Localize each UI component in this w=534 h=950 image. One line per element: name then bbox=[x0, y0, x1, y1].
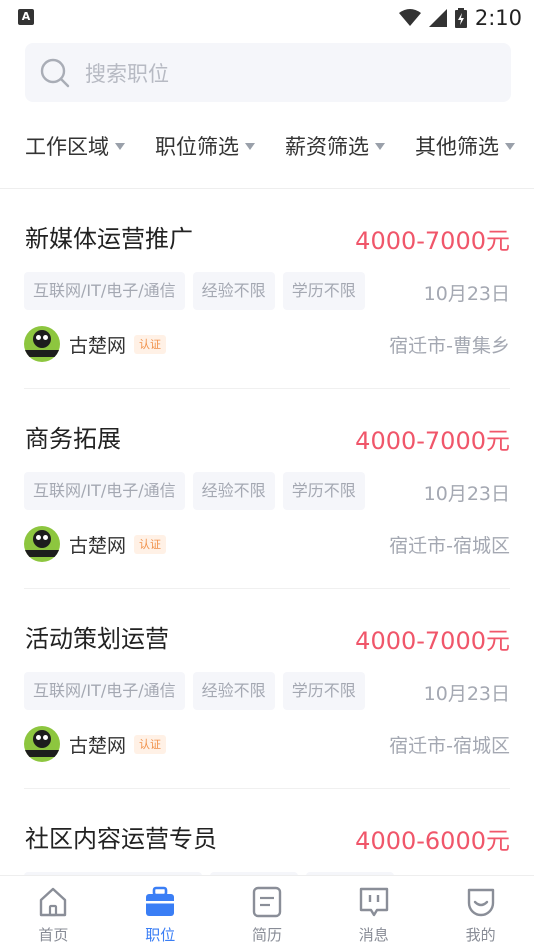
job-tags: 互联网/IT/电子/通信 经验不限 学历不限 bbox=[24, 672, 365, 710]
job-salary: 4000-7000元 bbox=[355, 427, 510, 455]
job-salary: 4000-6000元 bbox=[355, 827, 510, 855]
verified-badge: 认证 bbox=[134, 534, 167, 554]
tab-jobs[interactable]: 职位 bbox=[107, 876, 214, 950]
bottom-tab-bar: 首页 职位 简历 消息 我的 bbox=[0, 875, 534, 950]
job-date: 10月23日 bbox=[423, 283, 510, 305]
company-logo bbox=[24, 726, 60, 762]
company-row: 古楚网 认证 bbox=[24, 326, 167, 362]
job-tags: 互联网/IT/电子/通信 经验不限 学历不限 bbox=[24, 472, 365, 510]
job-date: 10月23日 bbox=[423, 483, 510, 505]
tab-label: 我的 bbox=[465, 926, 496, 944]
tag-education: 学历不限 bbox=[282, 472, 365, 510]
company-name: 古楚网 bbox=[69, 734, 127, 757]
filter-salary[interactable]: 薪资筛选 bbox=[285, 131, 385, 161]
battery-icon bbox=[454, 8, 467, 28]
job-card[interactable]: 新媒体运营推广 4000-7000元 互联网/IT/电子/通信 经验不限 学历不… bbox=[24, 189, 510, 389]
tag-experience: 经验不限 bbox=[192, 472, 275, 510]
signal-icon bbox=[428, 9, 447, 27]
company-name: 古楚网 bbox=[69, 334, 127, 357]
filter-label: 其他筛选 bbox=[415, 135, 499, 159]
message-icon bbox=[356, 884, 392, 920]
job-salary: 4000-7000元 bbox=[355, 627, 510, 655]
job-card[interactable]: 活动策划运营 4000-7000元 互联网/IT/电子/通信 经验不限 学历不限… bbox=[24, 589, 510, 789]
tag-industry: 互联网/IT/电子/通信 bbox=[24, 672, 185, 710]
verified-badge: 认证 bbox=[134, 734, 167, 754]
search-icon bbox=[40, 58, 70, 87]
app-indicator-icon: A bbox=[18, 9, 34, 25]
job-list[interactable]: 新媒体运营推广 4000-7000元 互联网/IT/电子/通信 经验不限 学历不… bbox=[0, 189, 534, 875]
briefcase-icon bbox=[142, 884, 178, 920]
job-title: 商务拓展 bbox=[25, 425, 121, 453]
wifi-icon bbox=[398, 9, 421, 26]
caret-down-icon bbox=[505, 142, 515, 150]
job-card[interactable]: 商务拓展 4000-7000元 互联网/IT/电子/通信 经验不限 学历不限 1… bbox=[24, 389, 510, 589]
filter-other[interactable]: 其他筛选 bbox=[415, 131, 515, 161]
company-row: 古楚网 认证 bbox=[24, 726, 167, 762]
tab-label: 简历 bbox=[251, 926, 282, 944]
company-logo bbox=[24, 526, 60, 562]
job-title: 新媒体运营推广 bbox=[25, 225, 193, 253]
clock: 2:10 bbox=[474, 6, 522, 30]
caret-down-icon bbox=[115, 142, 125, 150]
tab-label: 消息 bbox=[358, 926, 389, 944]
tab-home[interactable]: 首页 bbox=[0, 876, 107, 950]
job-location: 宿迁市-曹集乡 bbox=[389, 335, 510, 357]
company-row: 古楚网 认证 bbox=[24, 526, 167, 562]
company-logo bbox=[24, 326, 60, 362]
filter-label: 薪资筛选 bbox=[285, 135, 369, 159]
caret-down-icon bbox=[245, 142, 255, 150]
tag-experience: 经验不限 bbox=[192, 272, 275, 310]
job-title: 社区内容运营专员 bbox=[25, 825, 217, 853]
company-name: 古楚网 bbox=[69, 534, 127, 557]
job-card[interactable]: 社区内容运营专员 4000-6000元 bbox=[24, 789, 510, 875]
filter-bar: 工作区域 职位筛选 薪资筛选 其他筛选 bbox=[25, 126, 515, 166]
tab-label: 职位 bbox=[145, 926, 176, 944]
tag-experience: 经验不限 bbox=[192, 672, 275, 710]
filter-work-area[interactable]: 工作区域 bbox=[25, 131, 125, 161]
job-date: 10月23日 bbox=[423, 683, 510, 705]
status-bar: A 2:10 bbox=[0, 0, 534, 36]
job-location: 宿迁市-宿城区 bbox=[389, 535, 510, 557]
status-icons: 2:10 bbox=[398, 4, 522, 32]
tag-education: 学历不限 bbox=[282, 272, 365, 310]
tab-label: 首页 bbox=[38, 926, 69, 944]
filter-label: 职位筛选 bbox=[155, 135, 239, 159]
job-tags: 互联网/IT/电子/通信 经验不限 学历不限 bbox=[24, 272, 365, 310]
job-title: 活动策划运营 bbox=[25, 625, 169, 653]
search-input[interactable]: 搜索职位 bbox=[25, 43, 511, 102]
resume-icon bbox=[249, 884, 285, 920]
job-salary: 4000-7000元 bbox=[355, 227, 510, 255]
job-location: 宿迁市-宿城区 bbox=[389, 735, 510, 757]
search-placeholder: 搜索职位 bbox=[85, 61, 169, 86]
tab-messages[interactable]: 消息 bbox=[320, 876, 427, 950]
tag-industry: 互联网/IT/电子/通信 bbox=[24, 272, 185, 310]
verified-badge: 认证 bbox=[134, 334, 167, 354]
profile-icon bbox=[463, 884, 499, 920]
tag-education: 学历不限 bbox=[282, 672, 365, 710]
filter-label: 工作区域 bbox=[25, 135, 109, 159]
tab-profile[interactable]: 我的 bbox=[427, 876, 534, 950]
tag-industry: 互联网/IT/电子/通信 bbox=[24, 472, 185, 510]
home-icon bbox=[35, 884, 71, 920]
caret-down-icon bbox=[375, 142, 385, 150]
tab-resume[interactable]: 简历 bbox=[214, 876, 321, 950]
filter-position[interactable]: 职位筛选 bbox=[155, 131, 255, 161]
